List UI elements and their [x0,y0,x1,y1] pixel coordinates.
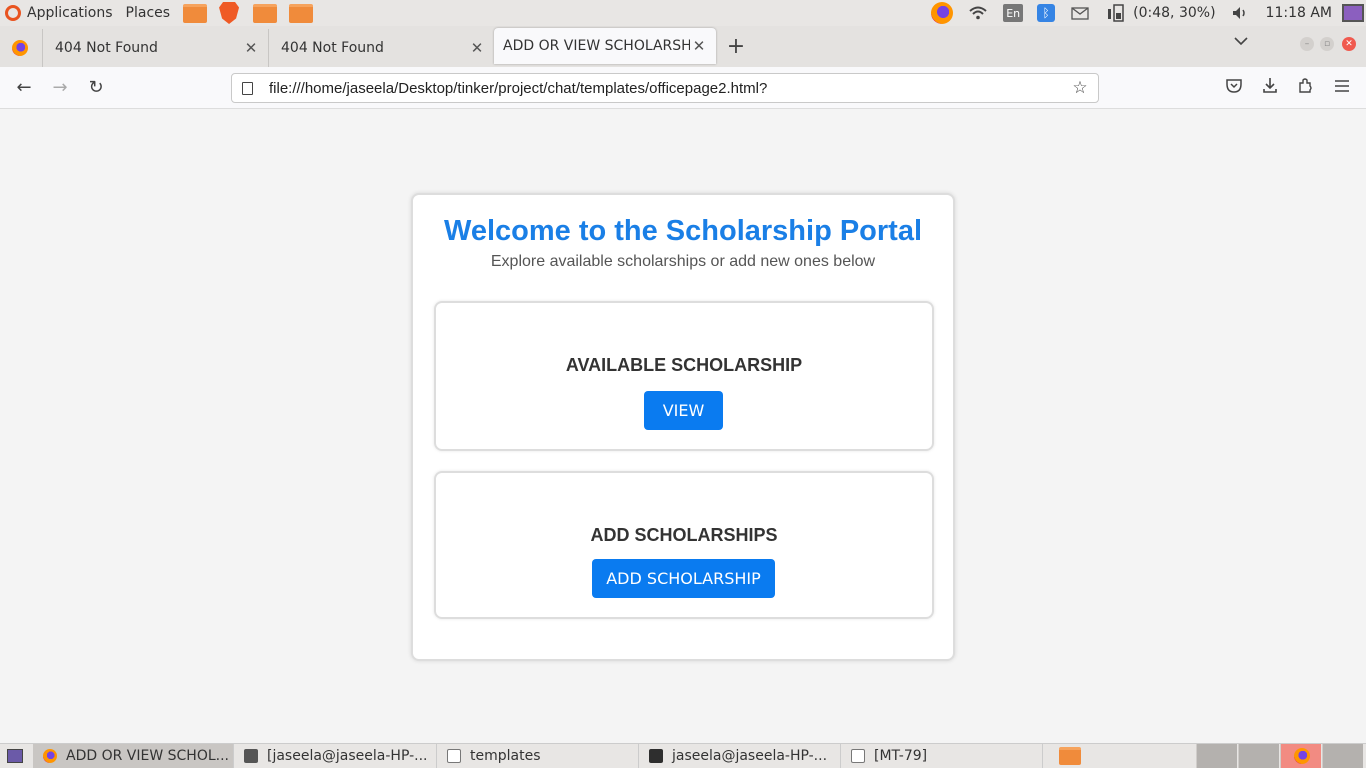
window-icon [447,749,461,763]
forward-arrow-icon[interactable]: → [49,77,71,99]
taskbar-item-templates[interactable]: templates [437,743,639,768]
battery-icon[interactable] [1105,4,1127,22]
page-title: Welcome to the Scholarship Portal [443,215,923,247]
add-scholarships-section: ADD SCHOLARSHIPS ADD SCHOLARSHIP [434,471,934,619]
places-menu[interactable]: Places [126,5,171,21]
download-icon[interactable] [1259,77,1281,99]
close-icon[interactable]: ✕ [242,39,260,57]
bluetooth-icon[interactable]: ᛒ [1037,4,1056,22]
pocket-icon[interactable] [1223,77,1245,99]
applications-menu[interactable]: Applications [27,5,113,21]
tab-add-or-view-scholarship[interactable]: ADD OR VIEW SCHOLARSHIP ✕ [494,28,716,64]
tab-title: 404 Not Found [55,40,158,56]
ubuntu-logo-icon[interactable] [5,5,21,21]
taskbar-item-label: jaseela@jaseela-HP-... [672,748,828,764]
folder-launcher-icon[interactable] [253,3,278,23]
add-scholarship-button[interactable]: ADD SCHOLARSHIP [592,559,775,598]
page-subtitle: Explore available scholarships or add ne… [490,253,876,270]
back-arrow-icon[interactable]: ← [13,77,35,99]
section-heading: ADD SCHOLARSHIPS [590,525,778,545]
minimize-icon[interactable]: – [1300,37,1314,51]
workspace-3[interactable] [1280,744,1321,768]
mail-icon[interactable] [1069,4,1091,22]
chevron-down-icon[interactable] [1234,34,1248,50]
user-menu-icon[interactable] [1342,4,1364,22]
firefox-tray-icon[interactable] [931,2,954,24]
clock[interactable]: 11:18 AM [1266,5,1332,21]
scholarship-portal-card: Welcome to the Scholarship Portal Explor… [411,193,955,661]
close-window-icon[interactable]: ✕ [1342,37,1356,51]
terminal-icon [649,749,663,763]
taskbar-item-label: templates [470,748,541,764]
firefox-icon [43,749,57,763]
tab-title: 404 Not Found [281,40,384,56]
navigation-toolbar: ← → ↻ file:///home/jaseela/Desktop/tinke… [0,67,1366,109]
new-tab-plus-icon[interactable]: + [716,29,756,67]
brave-browser-icon[interactable] [219,2,240,24]
available-scholarship-section: AVAILABLE SCHOLARSHIP VIEW [434,301,934,451]
taskbar-item-terminal-2[interactable]: jaseela@jaseela-HP-... [639,743,841,768]
window-icon [851,749,865,763]
folder-launcher-icon[interactable] [183,3,208,23]
url-bar[interactable]: file:///home/jaseela/Desktop/tinker/proj… [231,73,1099,103]
bookmark-star-icon[interactable]: ☆ [1070,78,1090,98]
page-content: Welcome to the Scholarship Portal Explor… [0,109,1366,743]
wifi-icon[interactable] [967,4,989,22]
show-desktop-icon[interactable] [7,749,23,763]
taskbar-item-label: [jaseela@jaseela-HP-... [267,748,428,764]
taskbar-item-terminal-1[interactable]: [jaseela@jaseela-HP-... [234,743,437,768]
url-text[interactable]: file:///home/jaseela/Desktop/tinker/proj… [269,80,1070,97]
taskbar-item-mt-79[interactable]: [MT-79] [841,743,1043,768]
tab-title: ADD OR VIEW SCHOLARSHIP [503,38,690,54]
workspace-4[interactable] [1322,744,1363,768]
battery-status-text: (0:48, 30%) [1133,5,1216,21]
section-heading: AVAILABLE SCHOLARSHIP [565,355,803,375]
firefox-icon [1294,748,1310,764]
system-top-panel: Applications Places En ᛒ (0:48, 30%) 11:… [0,0,1366,26]
workspace-2[interactable] [1238,744,1279,768]
maximize-icon[interactable]: ▫ [1320,37,1334,51]
tab-404-not-found-2[interactable]: 404 Not Found ✕ [268,29,494,67]
page-icon [242,81,253,95]
volume-icon[interactable] [1230,4,1252,22]
folder-launcher-icon[interactable] [289,3,314,23]
hamburger-menu-icon[interactable] [1331,77,1353,99]
workspace-1[interactable] [1196,744,1237,768]
folder-icon[interactable] [1059,747,1081,765]
terminal-icon [244,749,258,763]
tab-firefox-view[interactable] [0,29,42,67]
browser-tab-bar: 404 Not Found ✕ 404 Not Found ✕ ADD OR V… [0,26,1366,67]
view-button[interactable]: VIEW [644,391,723,430]
extensions-icon[interactable] [1295,77,1317,99]
bottom-taskbar: ADD OR VIEW SCHOL... [jaseela@jaseela-HP… [0,743,1366,768]
taskbar-item-firefox[interactable]: ADD OR VIEW SCHOL... [33,743,234,768]
close-icon[interactable]: ✕ [468,39,486,57]
taskbar-item-label: [MT-79] [874,748,928,764]
taskbar-item-label: ADD OR VIEW SCHOL... [66,748,229,764]
firefox-view-icon [12,40,28,56]
reload-icon[interactable]: ↻ [85,77,107,99]
keyboard-layout-indicator[interactable]: En [1003,4,1024,22]
close-icon[interactable]: ✕ [690,37,708,55]
tab-404-not-found-1[interactable]: 404 Not Found ✕ [42,29,268,67]
